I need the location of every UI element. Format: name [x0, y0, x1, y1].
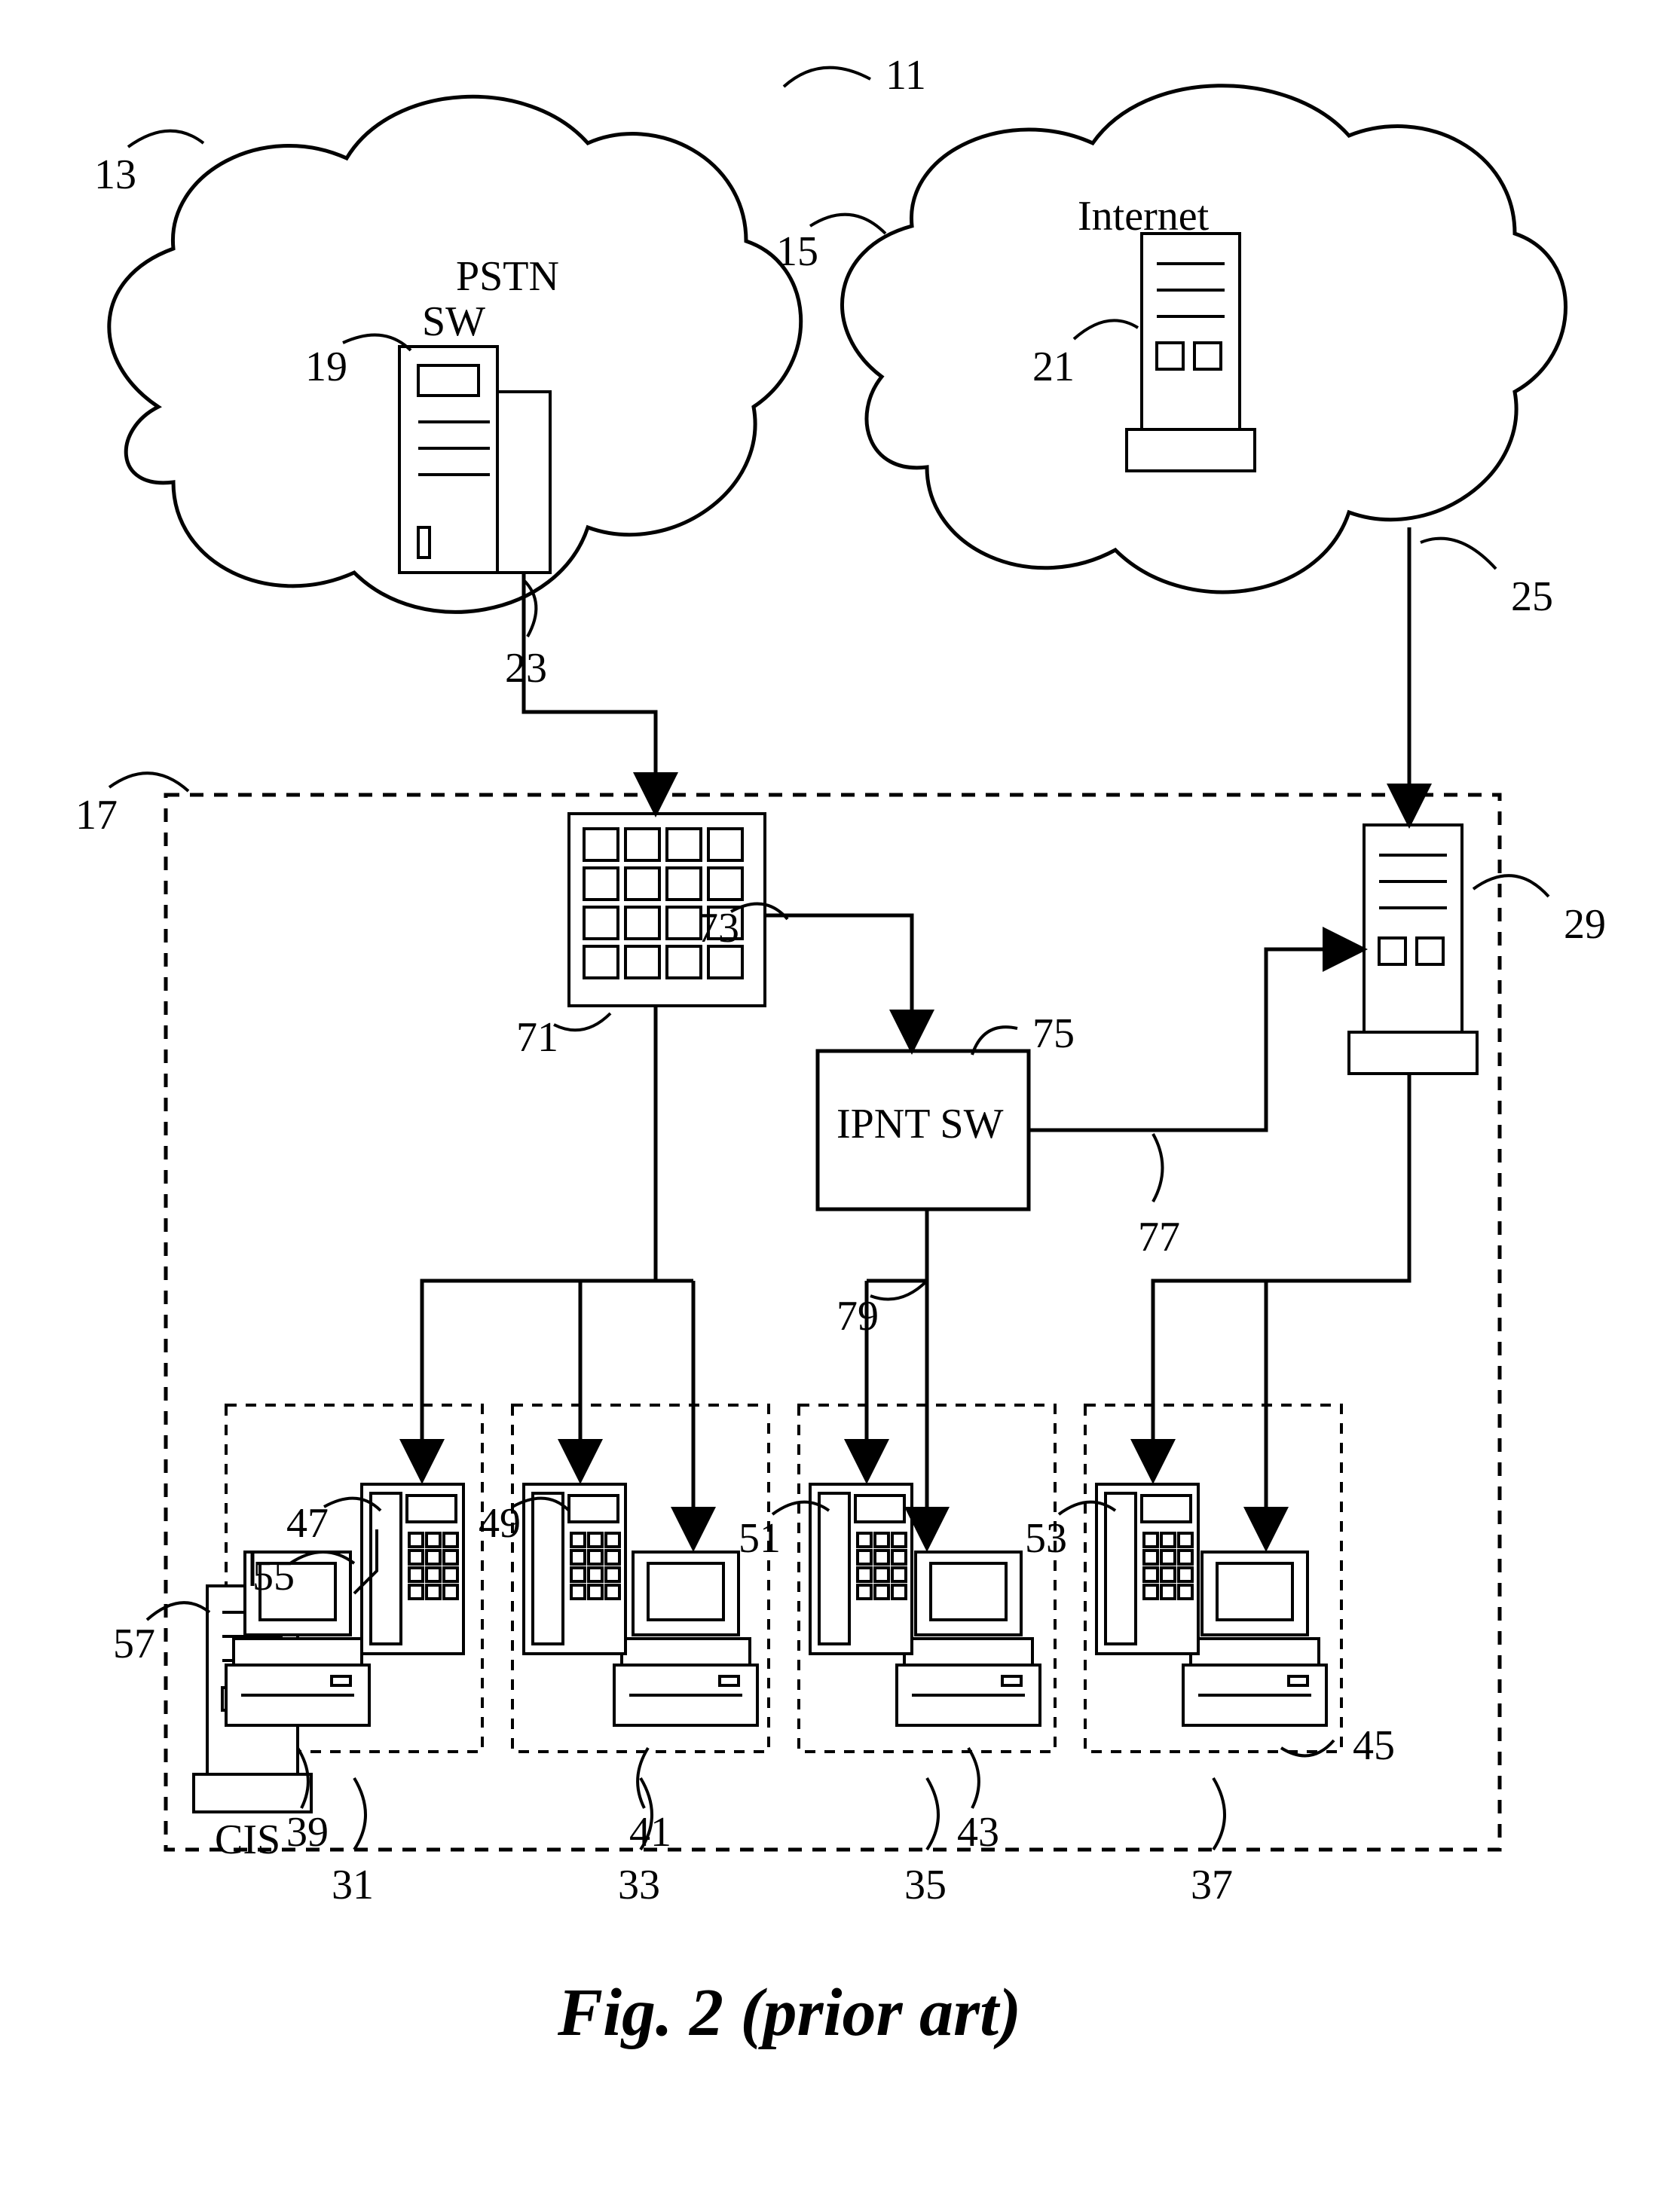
- ref-19: 19: [305, 343, 347, 391]
- ref-73: 73: [697, 904, 739, 952]
- pc-43: [897, 1552, 1040, 1725]
- figure-caption: Fig. 2 (prior art): [558, 1974, 1021, 2052]
- link-29-to-53: [1153, 1074, 1409, 1480]
- ref-71: 71: [516, 1013, 558, 1062]
- ref-31: 31: [332, 1861, 374, 1909]
- ref-47: 47: [286, 1499, 329, 1547]
- ref-29: 29: [1564, 900, 1606, 949]
- pstn-label: PSTN: [456, 252, 559, 301]
- ref-23: 23: [505, 644, 547, 692]
- server-29: [1349, 825, 1477, 1074]
- ref-39: 39: [286, 1808, 329, 1856]
- ref-13: 13: [94, 151, 136, 199]
- ref-35: 35: [904, 1861, 947, 1909]
- ref-79: 79: [836, 1292, 879, 1340]
- ref-17: 17: [75, 791, 118, 839]
- ref-15: 15: [776, 228, 818, 276]
- ref-53: 53: [1025, 1514, 1067, 1563]
- ref-77: 77: [1138, 1213, 1180, 1261]
- pc-41: [614, 1552, 757, 1725]
- link-23-to-71: [524, 573, 656, 814]
- ref-25: 25: [1511, 573, 1553, 621]
- ref-41: 41: [629, 1808, 671, 1856]
- ref-21: 21: [1032, 343, 1075, 391]
- phone-49: [524, 1484, 625, 1654]
- ref-51: 51: [739, 1514, 781, 1563]
- ipnt-sw-label: IPNT SW: [836, 1100, 1003, 1148]
- pc-39: [226, 1552, 369, 1725]
- ref-43: 43: [957, 1808, 999, 1856]
- sw-label: SW: [422, 298, 485, 346]
- internet-label: Internet: [1078, 192, 1209, 240]
- pc-45: [1183, 1552, 1326, 1725]
- ref-45: 45: [1353, 1722, 1395, 1770]
- link-71-to-47: [422, 1006, 656, 1480]
- server-21: [1127, 234, 1255, 471]
- link-77: [1029, 949, 1364, 1130]
- ref-11: 11: [885, 51, 926, 99]
- cis-label: CIS: [215, 1816, 280, 1864]
- ref-33: 33: [618, 1861, 660, 1909]
- ref-37: 37: [1191, 1861, 1233, 1909]
- link-71-to-49: [580, 1281, 656, 1480]
- ref-75: 75: [1032, 1010, 1075, 1058]
- link-73: [765, 915, 912, 1051]
- ref-57: 57: [113, 1620, 155, 1668]
- ref-49: 49: [479, 1499, 521, 1547]
- ref-55: 55: [252, 1552, 295, 1600]
